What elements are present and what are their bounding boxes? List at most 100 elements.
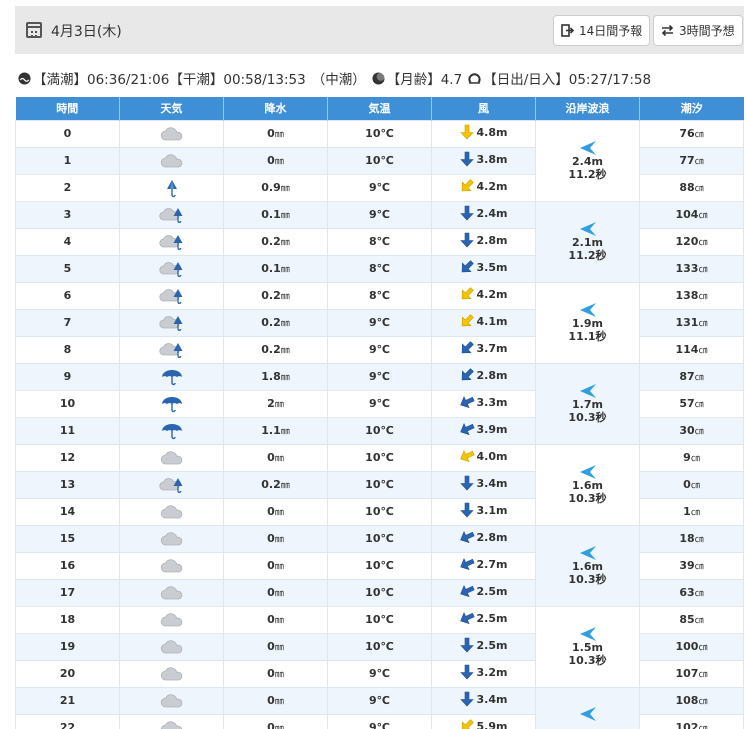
rain-value: 0.2 — [261, 343, 281, 356]
wind-arrow-icon — [461, 368, 474, 381]
wind-arrow-icon — [461, 179, 474, 192]
tide-cell: 138㎝ — [639, 281, 744, 310]
rain-unit: ㎜ — [274, 724, 284, 729]
tide-value: 104 — [675, 208, 699, 221]
rain-unit: ㎜ — [274, 157, 284, 167]
temp-cell: 9℃ — [327, 308, 432, 337]
wind-arrow-icon — [459, 423, 475, 436]
hour-value: 17 — [59, 586, 76, 599]
sunrise-icon — [468, 72, 482, 85]
rain-value: 0 — [267, 505, 275, 518]
temp-cell: 8℃ — [327, 227, 432, 256]
rain-cell: 0.1㎜ — [223, 200, 328, 229]
weather-cell — [119, 659, 224, 688]
weather-cell — [119, 578, 224, 607]
wave-cell: 1.5m 10.3秒 — [535, 605, 640, 688]
wind-cell: 2.8m — [431, 524, 536, 553]
sunrise-sunset: 【日出/日入】05:27/17:58 — [483, 72, 652, 88]
hour-cell: 13 — [15, 470, 120, 499]
cloudy-rain-icon — [158, 315, 185, 331]
table-row: 9 1.8㎜ 9℃ 2.8m 1.7m 10.3秒 87㎝ — [15, 362, 744, 445]
rain-value: 0 — [267, 694, 275, 707]
tide-value: 39 — [679, 559, 695, 572]
table-row: 15 0㎜ 10℃ 2.8m 1.6m 10.3秒 18㎝ — [15, 524, 744, 607]
wave-direction-icon — [579, 222, 596, 237]
temp-cell: 10℃ — [327, 146, 432, 175]
rain-cell: 0㎜ — [223, 659, 328, 688]
hour-value: 7 — [63, 316, 72, 329]
tide-value: 114 — [675, 343, 699, 356]
weather-cell — [119, 308, 224, 337]
weather-cell — [119, 362, 224, 391]
table-row: 0 0㎜ 10℃ 4.8m 2.4m 11.2秒 76㎝ — [15, 119, 744, 202]
tide-unit: ㎝ — [694, 184, 704, 194]
wind-speed: 5.9m — [476, 719, 508, 729]
hour-value: 16 — [59, 559, 76, 572]
rain-unit: ㎜ — [280, 265, 290, 275]
rain-value: 0 — [267, 721, 275, 729]
wind-speed: 4.1m — [476, 314, 508, 328]
wave-cell: 1.6m 10.3秒 — [535, 524, 640, 607]
3hour-forecast-button[interactable]: 3時間予想 — [653, 15, 743, 46]
tide-value: 30 — [679, 424, 695, 437]
14day-forecast-button[interactable]: 14日間予報 — [553, 15, 651, 46]
temp-value: 10℃ — [365, 505, 394, 518]
wind-speed: 2.7m — [476, 557, 508, 571]
temp-value: 8℃ — [369, 262, 390, 275]
tide-value: 85 — [679, 613, 695, 626]
wave-period: 10.3秒 — [568, 653, 607, 667]
wave-height: 2.4m — [572, 155, 603, 169]
rain-value: 1.8 — [261, 370, 281, 383]
wave-cell: 2.4m 11.2秒 — [535, 119, 640, 202]
wave-height: 1.9m — [572, 317, 603, 331]
temp-value: 10℃ — [365, 640, 394, 653]
cloudy-icon — [160, 720, 184, 729]
rain-cell: 1.8㎜ — [223, 362, 328, 391]
wind-cell: 4.0m — [431, 443, 536, 472]
tide-value: 102 — [675, 721, 699, 729]
rain-cell: 0.2㎜ — [223, 308, 328, 337]
rain-value: 0 — [267, 451, 275, 464]
temp-value: 10℃ — [365, 478, 394, 491]
hour-cell: 1 — [15, 146, 120, 175]
rain-unit: ㎜ — [280, 319, 290, 329]
tide-info-bar: 【満潮】06:36/21:06 【干潮】00:58/13:53 （中潮） 【月齢… — [18, 69, 652, 88]
cloudy-icon — [160, 153, 184, 167]
wind-arrow-icon — [459, 691, 474, 707]
hour-value: 10 — [59, 397, 76, 410]
rain-value: 0.2 — [261, 316, 281, 329]
rain-unit: ㎜ — [280, 481, 290, 491]
high-tide: 【満潮】06:36/21:06 — [33, 72, 170, 88]
wave-direction-icon — [579, 546, 596, 561]
hour-value: 13 — [59, 478, 76, 491]
temp-value: 10℃ — [365, 154, 394, 167]
weather-cell — [119, 632, 224, 661]
wind-arrow-icon — [459, 450, 475, 463]
hour-cell: 16 — [15, 551, 120, 580]
hour-value: 11 — [59, 424, 76, 437]
temp-value: 10℃ — [365, 451, 394, 464]
temp-cell: 10℃ — [327, 416, 432, 445]
tide-value: 1 — [683, 505, 691, 518]
weather-cell — [119, 389, 224, 418]
wind-cell: 3.3m — [431, 389, 536, 418]
wind-cell: 3.2m — [431, 659, 536, 688]
rain-cell: 0.2㎜ — [223, 227, 328, 256]
tide-cell: 30㎝ — [639, 416, 744, 445]
wind-arrow-icon — [459, 396, 475, 409]
rain-unit: ㎜ — [280, 427, 290, 437]
wind-cell: 2.5m — [431, 605, 536, 634]
hour-cell: 7 — [15, 308, 120, 337]
tide-value: 9 — [683, 451, 691, 464]
table-row: 6 0.2㎜ 8℃ 4.2m 1.9m 11.1秒 138㎝ — [15, 281, 744, 364]
col-header-time: 時間 — [15, 97, 120, 120]
tide-unit: ㎝ — [694, 616, 704, 626]
weather-cell — [119, 686, 224, 715]
rain-cell: 2㎜ — [223, 389, 328, 418]
tide-cell: 0㎝ — [639, 470, 744, 499]
tide-cell: 57㎝ — [639, 389, 744, 418]
wave-period: 10.3秒 — [568, 572, 607, 586]
tide-cell: 88㎝ — [639, 173, 744, 202]
cloudy-icon — [160, 585, 184, 599]
hour-cell: 8 — [15, 335, 120, 364]
